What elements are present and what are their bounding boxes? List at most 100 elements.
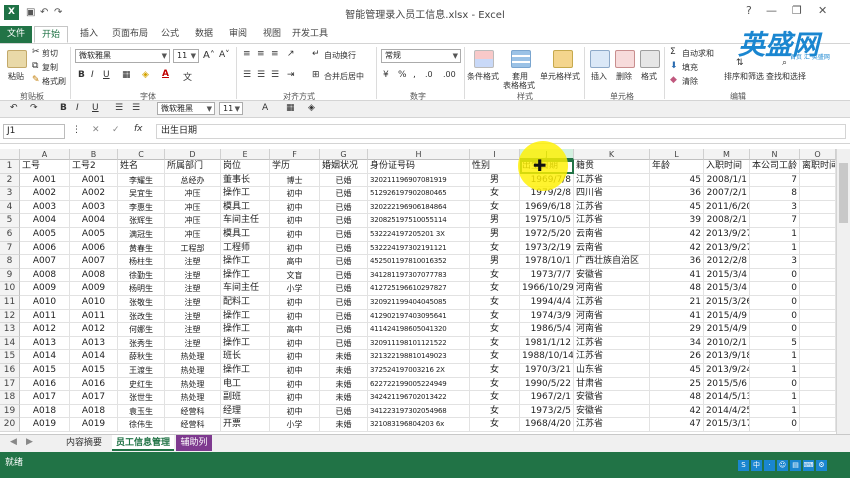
formula-input[interactable]: 出生日期 [156, 124, 846, 139]
table-cell[interactable]: 云南省 [574, 241, 650, 256]
enter-icon[interactable]: ✓ [112, 125, 120, 135]
table-cell[interactable]: 320825197510055114 [368, 214, 470, 228]
table-cell[interactable]: 注塑 [165, 323, 221, 337]
table-cell[interactable]: A010 [70, 296, 118, 310]
bold-button[interactable]: B [78, 70, 85, 80]
table-cell[interactable]: 已婚 [320, 309, 368, 324]
cut-icon[interactable]: ✂ [32, 47, 40, 57]
table-cell[interactable]: 1981/1/12 [520, 336, 574, 351]
border-icon[interactable]: ▦ [286, 103, 295, 113]
table-cell[interactable]: 321083196804203 6x [368, 418, 470, 432]
table-cell[interactable]: 1966/10/29 [520, 282, 574, 296]
header-cell[interactable]: 入职时间 [704, 160, 750, 174]
indent-icon[interactable]: ⇥ [287, 70, 295, 80]
table-cell[interactable]: 初中 [270, 377, 320, 392]
table-cell[interactable]: A014 [20, 350, 70, 364]
table-cell[interactable]: A013 [20, 336, 70, 351]
table-cell[interactable]: A018 [20, 404, 70, 419]
header-cell[interactable]: 婚姻状况 [320, 160, 368, 174]
find-select-button[interactable]: 查找和选择 [766, 71, 806, 82]
conditional-format-icon[interactable] [474, 50, 494, 68]
italic-button[interactable]: I [91, 70, 94, 80]
table-cell[interactable]: 初中 [270, 214, 320, 228]
table-cell[interactable]: 操作工 [221, 268, 270, 283]
table-cell[interactable] [800, 214, 836, 228]
table-cell[interactable]: 1 [750, 404, 800, 419]
table-cell[interactable]: 冲压 [165, 214, 221, 228]
table-cell[interactable]: 热处理 [165, 377, 221, 392]
currency-icon[interactable]: ¥ [383, 70, 389, 80]
table-cell[interactable]: 模具工 [221, 228, 270, 242]
table-cell[interactable]: 47 [650, 418, 704, 432]
wrap-text-button[interactable]: 自动换行 [324, 50, 356, 61]
table-cell[interactable]: 吴宜生 [118, 187, 165, 201]
table-cell[interactable]: A002 [20, 187, 70, 201]
table-cell[interactable]: 1988/10/14 [520, 350, 574, 364]
table-cell[interactable]: 史红生 [118, 377, 165, 392]
insert-cells-button[interactable]: 插入 [591, 71, 607, 82]
tab-home[interactable]: 开始 [34, 26, 68, 43]
table-cell[interactable] [800, 241, 836, 256]
table-cell[interactable]: 532224197302191121 [368, 241, 470, 256]
table-cell[interactable]: 42 [650, 241, 704, 256]
table-cell[interactable]: 袁玉生 [118, 404, 165, 419]
header-cell[interactable]: 工号2 [70, 160, 118, 174]
table-cell[interactable]: 2014/4/25 [704, 404, 750, 419]
cell-styles-icon[interactable] [553, 50, 573, 68]
row-header[interactable]: 15 [0, 350, 20, 364]
table-cell[interactable]: 文盲 [270, 268, 320, 283]
underline-button[interactable]: U [103, 70, 110, 80]
table-cell[interactable]: 模具工 [221, 200, 270, 215]
table-cell[interactable]: 0 [750, 377, 800, 392]
align-right-icon[interactable]: ☰ [271, 70, 279, 80]
table-cell[interactable]: 2015/4/9 [704, 309, 750, 324]
table-cell[interactable]: 初中 [270, 350, 320, 364]
row-header[interactable]: 12 [0, 309, 20, 324]
table-cell[interactable]: 杨明生 [118, 282, 165, 296]
orientation-icon[interactable]: ↗ [287, 49, 295, 59]
table-cell[interactable]: 1967/2/1 [520, 391, 574, 405]
table-cell[interactable]: 未婚 [320, 364, 368, 378]
table-cell[interactable]: A006 [70, 241, 118, 256]
align-left-icon[interactable]: ☰ [115, 103, 123, 113]
table-cell[interactable]: 男 [470, 173, 520, 188]
format-painter-icon[interactable]: ✎ [32, 75, 40, 85]
table-cell[interactable]: 1974/3/9 [520, 309, 574, 324]
table-cell[interactable]: 2014/5/13 [704, 391, 750, 405]
table-cell[interactable]: 江苏省 [574, 350, 650, 364]
table-cell[interactable]: 安徽省 [574, 391, 650, 405]
row-header[interactable]: 11 [0, 296, 20, 310]
table-cell[interactable]: 经营科 [165, 418, 221, 432]
header-cell[interactable]: 学历 [270, 160, 320, 174]
table-cell[interactable]: 初中 [270, 228, 320, 242]
table-cell[interactable]: 操作工 [221, 336, 270, 351]
delete-cells-icon[interactable] [615, 50, 635, 68]
table-cell[interactable]: 杨柱生 [118, 255, 165, 269]
table-cell[interactable]: 云南省 [574, 228, 650, 242]
format-cells-icon[interactable] [640, 50, 660, 68]
table-cell[interactable]: 622722199005224949 [368, 377, 470, 392]
table-cell[interactable]: 1968/4/20 [520, 418, 574, 432]
table-cell[interactable]: 初中 [270, 241, 320, 256]
table-cell[interactable]: 已婚 [320, 323, 368, 337]
fill-icon[interactable]: ⬇ [670, 61, 678, 71]
vertical-scrollbar[interactable] [836, 149, 850, 434]
table-cell[interactable]: 热处理 [165, 391, 221, 405]
tab-developer[interactable]: 开发工具 [290, 26, 330, 43]
table-cell[interactable]: 车间主任 [221, 282, 270, 296]
table-cell[interactable]: 河南省 [574, 282, 650, 296]
column-header-c[interactable]: C [118, 149, 165, 160]
table-cell[interactable]: 广西壮族自治区 [574, 255, 650, 269]
phonetic-icon[interactable]: 文 [183, 70, 192, 83]
row-header[interactable]: 1 [0, 160, 20, 174]
column-header-m[interactable]: M [704, 149, 750, 160]
header-cell[interactable]: 本公司工龄 [750, 160, 800, 174]
table-cell[interactable]: 女 [470, 200, 520, 215]
table-cell[interactable]: A010 [20, 296, 70, 310]
row-header[interactable]: 16 [0, 364, 20, 378]
copy-button[interactable]: 复制 [42, 62, 58, 73]
table-cell[interactable]: 张秀生 [118, 336, 165, 351]
header-cell[interactable]: 身份证号码 [368, 160, 470, 174]
table-cell[interactable]: 2007/2/1 [704, 187, 750, 201]
table-cell[interactable]: 江苏省 [574, 200, 650, 215]
